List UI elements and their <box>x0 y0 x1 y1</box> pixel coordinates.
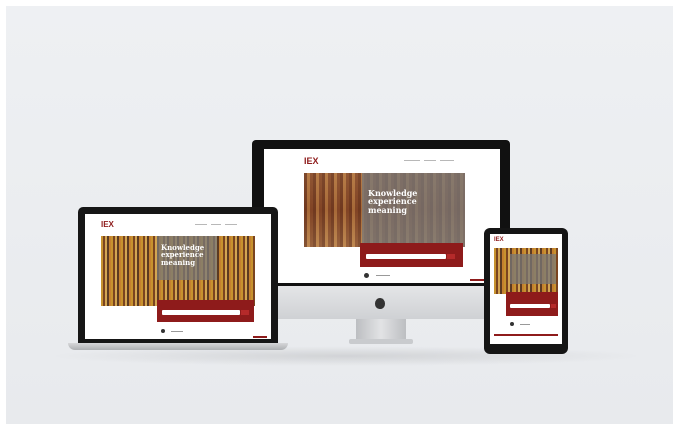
search-input[interactable] <box>366 254 446 259</box>
search-input[interactable] <box>510 304 550 308</box>
monitor-stand <box>356 319 406 341</box>
site-logo: IEX <box>304 156 319 166</box>
apple-icon <box>375 298 385 309</box>
hero-image: Knowledge experience meaning <box>304 173 465 247</box>
search-button[interactable] <box>447 254 455 259</box>
tablet-screen: IEX <box>490 234 562 344</box>
footer-icon <box>364 273 369 278</box>
laptop-base <box>68 343 288 350</box>
footer-bar <box>494 334 558 336</box>
mockup-canvas: IEX Knowledge experience meaning IEX Kno… <box>6 6 673 424</box>
site-logo: IEX <box>494 237 504 243</box>
hero-headline: Knowledge experience meaning <box>368 188 418 215</box>
footer-bar <box>253 336 267 338</box>
search-input[interactable] <box>162 310 240 315</box>
site-logo: IEX <box>101 220 114 229</box>
site-nav <box>195 224 237 225</box>
search-button[interactable] <box>551 304 556 308</box>
footer-icon <box>510 322 514 326</box>
laptop-screen: IEX Knowledge experience meaning <box>85 214 271 339</box>
hero-image: Knowledge experience meaning <box>101 236 255 306</box>
desktop-screen: IEX Knowledge experience meaning <box>264 149 500 283</box>
hero-image <box>494 248 558 294</box>
search-band <box>506 292 558 316</box>
monitor-base <box>349 339 413 344</box>
footer-icon <box>161 329 165 333</box>
site-nav <box>404 160 454 161</box>
search-band <box>157 300 254 322</box>
hero-headline: Knowledge experience meaning <box>161 243 205 267</box>
search-band <box>360 243 463 267</box>
search-button[interactable] <box>241 310 249 315</box>
